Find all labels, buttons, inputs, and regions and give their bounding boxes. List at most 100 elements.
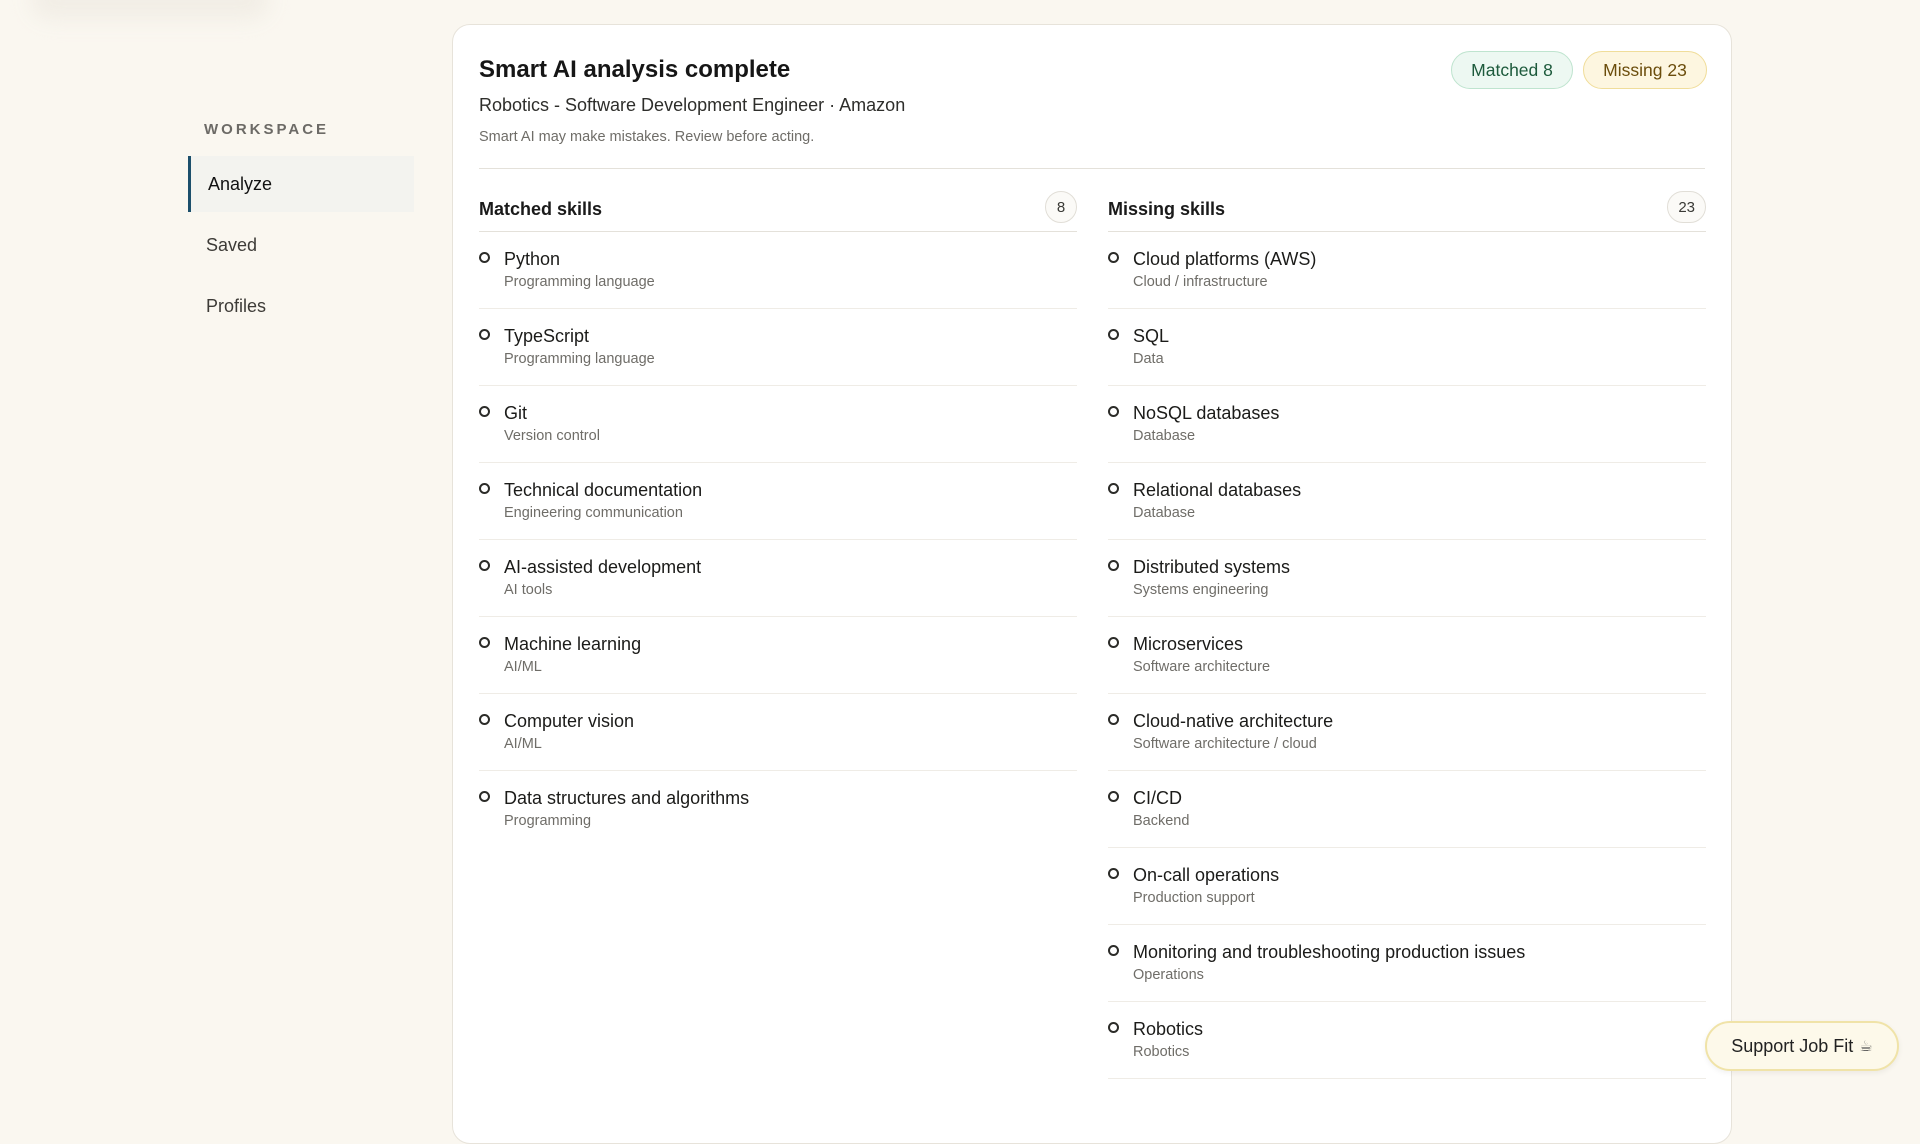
skill-name: Technical documentation [504,480,703,500]
skill-name: AI-assisted development [504,557,702,577]
matched-skills-title: Matched skills [479,199,603,219]
matched-skills-header: Matched skills 8 [479,189,1077,232]
skill-category: Systems engineering [1133,582,1269,598]
skill-list-item: TypeScript Programming language [479,309,1077,386]
missing-skills-title: Missing skills [1108,199,1226,219]
bullet-circle-icon [479,714,490,725]
skill-list-item: Robotics Robotics [1108,1002,1706,1079]
bullet-circle-icon [479,406,490,417]
bullet-circle-icon [479,252,490,263]
top-blur-decoration [30,0,270,20]
skill-category: Programming [504,813,592,829]
coffee-icon: ☕ [1859,1038,1873,1055]
skill-list-item: Monitoring and troubleshooting productio… [1108,925,1706,1002]
skill-name: Cloud platforms (AWS) [1133,249,1317,269]
bullet-circle-icon [479,791,490,802]
bullet-circle-icon [1108,560,1119,571]
sidebar-item-label: Profiles [206,295,267,316]
support-job-fit-button[interactable]: Support Job Fit ☕ [1705,1021,1899,1071]
skill-category: Engineering communication [504,505,683,521]
skill-category: Programming language [504,351,655,367]
skill-list-item: Technical documentation Engineering commu… [479,463,1077,540]
page-title: Smart AI analysis complete [479,56,791,83]
skill-category: AI tools [504,582,553,598]
bullet-circle-icon [479,560,490,571]
skill-name: NoSQL databases [1133,403,1280,423]
workspace-section-label: WORKSPACE [204,121,330,138]
skill-category: Production support [1133,890,1255,906]
skill-list-item: NoSQL databases Database [1108,386,1706,463]
skill-category: Database [1133,428,1196,444]
matched-skills-count: 8 [1045,191,1077,223]
missing-skills-section: Missing skills 23 Cloud platforms (AWS) C… [1108,189,1706,1079]
skill-list-item: AI-assisted development AI tools [479,540,1077,617]
bullet-circle-icon [1108,483,1119,494]
bullet-circle-icon [479,637,490,648]
bullet-circle-icon [1108,637,1119,648]
skill-list-item: Python Programming language [479,232,1077,309]
bullet-circle-icon [479,329,490,340]
skill-name: Computer vision [504,711,635,731]
sidebar-item-analyze[interactable]: Analyze [188,156,414,212]
matched-count-badge: Matched 8 [1451,51,1573,89]
skill-list-item: Distributed systems Systems engineering [1108,540,1706,617]
skill-category: Database [1133,505,1196,521]
skill-list-item: SQL Data [1108,309,1706,386]
disclaimer-note: Smart AI may make mistakes. Review befor… [479,129,815,145]
skill-category: Operations [1133,967,1204,983]
sidebar-item-label: Analyze [208,173,273,194]
skill-list-item: On-call operations Production support [1108,848,1706,925]
skill-category: AI/ML [504,659,542,675]
bullet-circle-icon [1108,868,1119,879]
skill-name: Relational databases [1133,480,1302,500]
skill-name: Monitoring and troubleshooting productio… [1133,942,1526,962]
skill-name: Python [504,249,561,269]
job-subtitle: Robotics - Software Development Engineer… [479,95,906,115]
skill-list-item: Data structures and algorithms Programmin… [479,771,1077,848]
skill-category: Cloud / infrastructure [1133,274,1268,290]
bullet-circle-icon [479,483,490,494]
missing-skills-header: Missing skills 23 [1108,189,1706,232]
skill-category: Version control [504,428,600,444]
sidebar-item-profiles[interactable]: Profiles [188,278,414,334]
header-divider [479,168,1705,169]
skill-category: Backend [1133,813,1190,829]
sidebar-item-saved[interactable]: Saved [188,217,414,273]
skill-name: On-call operations [1133,865,1280,885]
analysis-card: Smart AI analysis complete Robotics - So… [452,24,1732,1144]
bullet-circle-icon [1108,1022,1119,1033]
skill-list-item: Relational databases Database [1108,463,1706,540]
skill-category: Programming language [504,274,655,290]
skill-name: CI/CD [1133,788,1182,808]
skill-list-item: CI/CD Backend [1108,771,1706,848]
skill-category: Data [1133,351,1164,367]
skill-name: TypeScript [504,326,590,346]
skill-category: Software architecture [1133,659,1271,675]
bullet-circle-icon [1108,714,1119,725]
skill-list-item: Git Version control [479,386,1077,463]
skill-name: SQL [1133,326,1170,346]
skill-name: Distributed systems [1133,557,1291,577]
skill-list-item: Computer vision AI/ML [479,694,1077,771]
skill-list-item: Cloud platforms (AWS) Cloud / infrastruct… [1108,232,1706,309]
skill-category: Robotics [1133,1044,1190,1060]
skill-name: Cloud-native architecture [1133,711,1334,731]
skill-name: Data structures and algorithms [504,788,750,808]
skill-name: Robotics [1133,1019,1204,1039]
bullet-circle-icon [1108,791,1119,802]
bullet-circle-icon [1108,329,1119,340]
bullet-circle-icon [1108,252,1119,263]
matched-skills-section: Matched skills 8 Python Programming langu… [479,189,1077,848]
matched-skills-list: Python Programming language TypeScript Prog… [479,232,1077,848]
skill-category: AI/ML [504,736,542,752]
skill-name: Machine learning [504,634,642,654]
skill-name: Microservices [1133,634,1244,654]
missing-skills-list: Cloud platforms (AWS) Cloud / infrastruct… [1108,232,1706,1079]
skill-list-item: Microservices Software architecture [1108,617,1706,694]
sidebar-item-label: Saved [206,234,258,255]
skill-list-item: Cloud-native architecture Software archit… [1108,694,1706,771]
skill-list-item: Machine learning AI/ML [479,617,1077,694]
bullet-circle-icon [1108,945,1119,956]
skill-name: Git [504,403,528,423]
skill-category: Software architecture / cloud [1133,736,1317,752]
